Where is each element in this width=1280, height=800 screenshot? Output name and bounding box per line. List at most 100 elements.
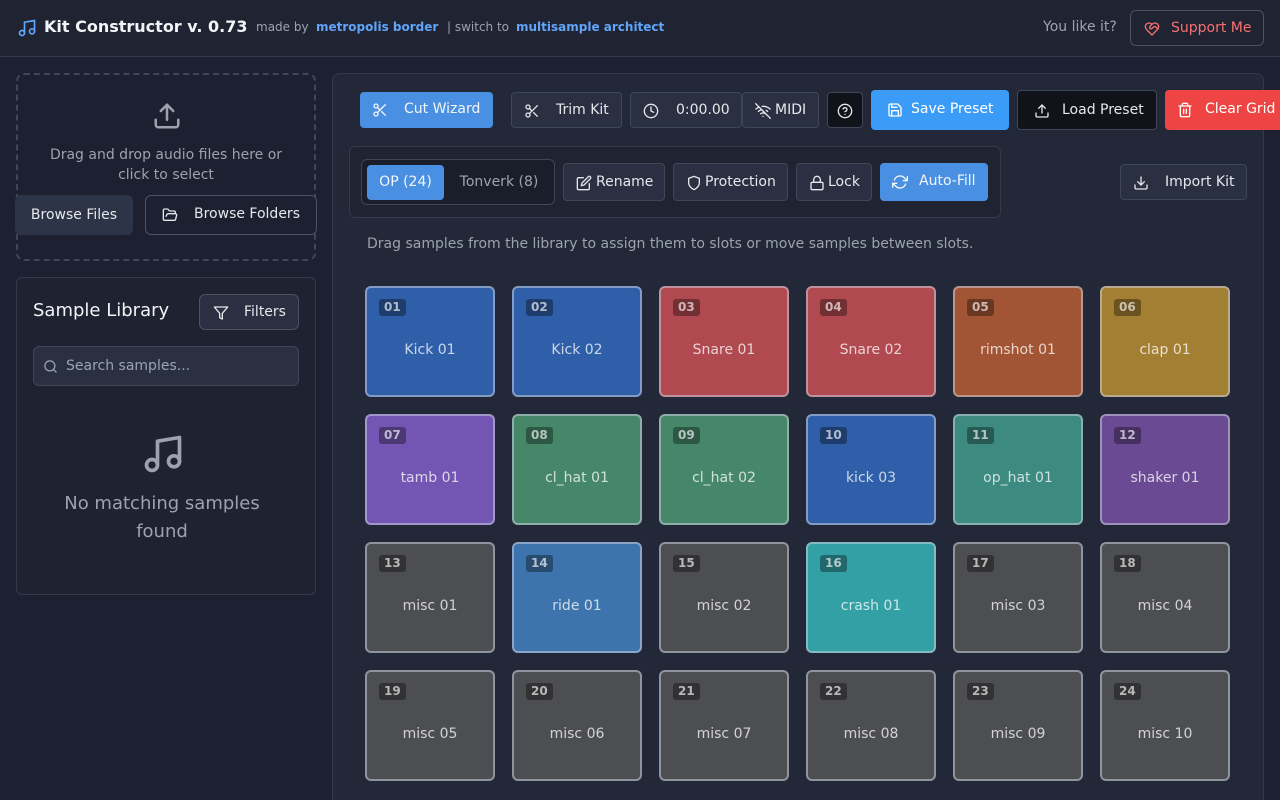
pad-sample-name: misc 08 bbox=[843, 726, 899, 742]
sample-search-box bbox=[33, 346, 299, 386]
you-like-text: You like it? bbox=[1043, 19, 1117, 35]
pad-number: 09 bbox=[673, 427, 700, 444]
clear-grid-button[interactable]: Clear Grid bbox=[1165, 90, 1280, 130]
pad-slot[interactable]: 20 misc 06 bbox=[512, 670, 642, 781]
support-me-button[interactable]: Support Me bbox=[1130, 10, 1264, 46]
scissors-icon bbox=[525, 104, 538, 118]
pad-sample-name: cl_hat 02 bbox=[692, 470, 756, 486]
pad-slot[interactable]: 11 op_hat 01 bbox=[953, 414, 1083, 525]
dropzone-text: Drag and drop audio files here or click … bbox=[49, 147, 283, 183]
pad-number: 15 bbox=[673, 555, 700, 572]
pad-number: 16 bbox=[820, 555, 847, 572]
pad-sample-name: misc 09 bbox=[990, 726, 1046, 742]
pad-sample-name: clap 01 bbox=[1139, 342, 1191, 358]
trim-kit-label: Trim Kit bbox=[556, 102, 609, 118]
load-preset-label: Load Preset bbox=[1062, 102, 1144, 118]
pad-slot[interactable]: 01 Kick 01 bbox=[365, 286, 495, 397]
app-header: Kit Constructor v. 0.73 made by metropol… bbox=[0, 0, 1280, 57]
import-kit-button[interactable]: Import Kit bbox=[1120, 164, 1247, 200]
pad-sample-name: Kick 01 bbox=[404, 342, 456, 358]
help-button[interactable] bbox=[827, 92, 863, 128]
pad-sample-name: Snare 02 bbox=[839, 342, 903, 358]
refresh-icon bbox=[892, 175, 908, 189]
auto-fill-button[interactable]: Auto-Fill bbox=[880, 163, 988, 201]
pad-slot[interactable]: 21 misc 07 bbox=[659, 670, 789, 781]
midi-label: MIDI bbox=[775, 102, 807, 118]
filters-button[interactable]: Filters bbox=[199, 294, 299, 330]
midi-button[interactable]: MIDI bbox=[742, 92, 819, 128]
pad-sample-name: misc 06 bbox=[549, 726, 605, 742]
pad-number: 20 bbox=[526, 683, 553, 700]
protection-button[interactable]: Protection bbox=[673, 163, 788, 201]
pad-number: 24 bbox=[1114, 683, 1141, 700]
pad-slot[interactable]: 18 misc 04 bbox=[1100, 542, 1230, 653]
pad-slot[interactable]: 19 misc 05 bbox=[365, 670, 495, 781]
pad-number: 06 bbox=[1114, 299, 1141, 316]
pad-slot[interactable]: 09 cl_hat 02 bbox=[659, 414, 789, 525]
cut-wizard-button[interactable]: Cut Wizard bbox=[360, 92, 493, 128]
trim-kit-button[interactable]: Trim Kit bbox=[511, 92, 622, 128]
pad-slot[interactable]: 14 ride 01 bbox=[512, 542, 642, 653]
lock-button[interactable]: Lock bbox=[796, 163, 872, 201]
pad-sample-name: shaker 01 bbox=[1130, 470, 1200, 486]
sample-library-panel: Sample Library Filters No matching sampl… bbox=[16, 277, 316, 595]
switch-app-link[interactable]: multisample architect bbox=[516, 20, 664, 34]
pad-sample-name: tamb 01 bbox=[400, 470, 460, 486]
browse-files-button[interactable]: Browse Files bbox=[15, 195, 133, 235]
pad-sample-name: op_hat 01 bbox=[983, 470, 1053, 486]
filter-icon bbox=[213, 306, 229, 320]
pad-slot[interactable]: 02 Kick 02 bbox=[512, 286, 642, 397]
pad-slot[interactable]: 15 misc 02 bbox=[659, 542, 789, 653]
heart-handshake-icon bbox=[1144, 22, 1160, 36]
pad-number: 21 bbox=[673, 683, 700, 700]
save-preset-button[interactable]: Save Preset bbox=[871, 90, 1009, 130]
pad-slot[interactable]: 07 tamb 01 bbox=[365, 414, 495, 525]
pad-slot[interactable]: 22 misc 08 bbox=[806, 670, 936, 781]
pad-slot[interactable]: 17 misc 03 bbox=[953, 542, 1083, 653]
upload-icon bbox=[1035, 104, 1049, 118]
help-circle-icon bbox=[837, 103, 853, 119]
pad-number: 05 bbox=[967, 299, 994, 316]
pad-number: 02 bbox=[526, 299, 553, 316]
rename-button[interactable]: Rename bbox=[563, 163, 665, 201]
save-icon bbox=[888, 103, 902, 117]
pad-slot[interactable]: 03 Snare 01 bbox=[659, 286, 789, 397]
pad-sample-name: misc 05 bbox=[402, 726, 458, 742]
pad-slot[interactable]: 13 misc 01 bbox=[365, 542, 495, 653]
pad-number: 03 bbox=[673, 299, 700, 316]
browse-folders-label: Browse Folders bbox=[194, 206, 300, 222]
pad-number: 14 bbox=[526, 555, 553, 572]
pad-number: 11 bbox=[967, 427, 994, 444]
pad-sample-name: kick 03 bbox=[845, 470, 897, 486]
pad-slot[interactable]: 12 shaker 01 bbox=[1100, 414, 1230, 525]
tab-op[interactable]: OP (24) bbox=[367, 165, 444, 200]
pad-slot[interactable]: 04 Snare 02 bbox=[806, 286, 936, 397]
pad-sample-name: ride 01 bbox=[552, 598, 602, 614]
pad-slot[interactable]: 08 cl_hat 01 bbox=[512, 414, 642, 525]
tab-tonverk[interactable]: Tonverk (8) bbox=[450, 165, 548, 200]
pad-number: 22 bbox=[820, 683, 847, 700]
pad-slot[interactable]: 23 misc 09 bbox=[953, 670, 1083, 781]
pad-sample-name: cl_hat 01 bbox=[545, 470, 609, 486]
pad-number: 17 bbox=[967, 555, 994, 572]
pad-number: 12 bbox=[1114, 427, 1141, 444]
upload-icon bbox=[154, 103, 180, 129]
pad-slot[interactable]: 16 crash 01 bbox=[806, 542, 936, 653]
pad-number: 13 bbox=[379, 555, 406, 572]
pad-sample-name: misc 04 bbox=[1137, 598, 1193, 614]
browse-folders-button[interactable]: Browse Folders bbox=[145, 195, 317, 235]
load-preset-button[interactable]: Load Preset bbox=[1017, 90, 1157, 130]
search-input[interactable] bbox=[66, 347, 294, 385]
protection-label: Protection bbox=[705, 174, 776, 190]
pad-slot[interactable]: 24 misc 10 bbox=[1100, 670, 1230, 781]
author-link[interactable]: metropolis border bbox=[316, 20, 438, 34]
pad-sample-name: misc 01 bbox=[402, 598, 458, 614]
pad-sample-name: rimshot 01 bbox=[980, 342, 1056, 358]
pad-slot[interactable]: 05 rimshot 01 bbox=[953, 286, 1083, 397]
pad-slot[interactable]: 06 clap 01 bbox=[1100, 286, 1230, 397]
pad-slot[interactable]: 10 kick 03 bbox=[806, 414, 936, 525]
pad-sample-name: misc 03 bbox=[990, 598, 1046, 614]
scissors-icon bbox=[373, 103, 386, 117]
timer-display: 0:00.00 bbox=[630, 92, 742, 128]
switch-to-text: | switch to bbox=[447, 20, 510, 34]
